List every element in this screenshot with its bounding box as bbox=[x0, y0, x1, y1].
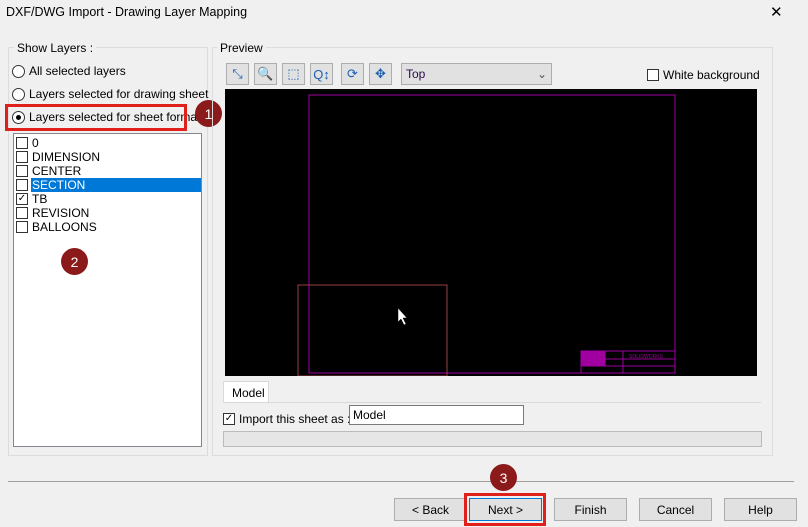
window-title: DXF/DWG Import - Drawing Layer Mapping bbox=[6, 5, 248, 19]
checkbox[interactable] bbox=[647, 69, 659, 81]
back-button[interactable]: < Back bbox=[394, 498, 467, 521]
checkbox[interactable]: ✓ bbox=[223, 413, 235, 425]
show-layers-label: Show Layers : bbox=[14, 41, 97, 55]
radio-icon bbox=[12, 87, 25, 101]
view-dropdown[interactable]: Top ⌄ bbox=[401, 63, 552, 85]
svg-text:SOLIDWORKS: SOLIDWORKS bbox=[629, 354, 664, 360]
select-icon[interactable]: ⤡ bbox=[226, 63, 249, 85]
zoom-icon[interactable]: 🔍 bbox=[254, 63, 277, 85]
checkbox[interactable] bbox=[16, 151, 28, 163]
white-background-checkbox[interactable]: White background bbox=[647, 68, 760, 82]
layer-name: SECTION bbox=[31, 178, 201, 192]
checkbox[interactable] bbox=[16, 165, 28, 177]
layer-item[interactable]: 0 bbox=[16, 136, 201, 150]
checkbox[interactable]: ✓ bbox=[16, 193, 28, 205]
zoom-area-icon[interactable]: ⬚ bbox=[282, 63, 305, 85]
layer-item[interactable]: DIMENSION bbox=[16, 150, 201, 164]
sheet-border bbox=[308, 94, 676, 374]
view-value: Top bbox=[406, 67, 426, 81]
checkbox[interactable] bbox=[16, 137, 28, 149]
annotation-badge-3: 3 bbox=[490, 464, 517, 491]
drawing-preview: SOLIDWORKS bbox=[297, 94, 676, 377]
checkbox[interactable] bbox=[16, 179, 28, 191]
layer-list[interactable]: 0 DIMENSION CENTER SECTION ✓ TB REVISION … bbox=[13, 133, 202, 447]
separator bbox=[8, 481, 794, 482]
sheet-name-input[interactable]: Model bbox=[349, 405, 524, 425]
radio-icon bbox=[12, 64, 25, 78]
layer-item[interactable]: SECTION bbox=[16, 178, 201, 192]
finish-button[interactable]: Finish bbox=[554, 498, 627, 521]
layer-item[interactable]: ✓ TB bbox=[16, 192, 201, 206]
preview-label: Preview bbox=[217, 41, 266, 55]
help-button[interactable]: Help bbox=[724, 498, 797, 521]
layer-name: CENTER bbox=[32, 164, 82, 178]
layer-name: DIMENSION bbox=[32, 150, 101, 164]
layer-name: 0 bbox=[32, 136, 39, 150]
zoom-in-out-icon[interactable]: Q↕ bbox=[310, 63, 333, 85]
progress-bar bbox=[223, 431, 762, 447]
checkbox-label: Import this sheet as : bbox=[239, 412, 351, 426]
view-rectangle bbox=[297, 284, 448, 377]
tab-model[interactable]: Model bbox=[223, 381, 269, 403]
callout-box-3 bbox=[464, 493, 546, 526]
preview-canvas[interactable]: SOLIDWORKS bbox=[225, 89, 757, 377]
import-sheet-checkbox[interactable]: ✓ Import this sheet as : bbox=[223, 412, 350, 426]
callout-box-1 bbox=[5, 104, 187, 131]
layer-item[interactable]: CENTER bbox=[16, 164, 201, 178]
layer-name: REVISION bbox=[32, 206, 90, 220]
radio-label: All selected layers bbox=[29, 64, 126, 78]
layer-name: TB bbox=[32, 192, 48, 206]
layer-item[interactable]: REVISION bbox=[16, 206, 201, 220]
tab-divider bbox=[223, 402, 761, 403]
checkbox-label: White background bbox=[663, 68, 760, 82]
layer-name: BALLOONS bbox=[32, 220, 97, 234]
cancel-button[interactable]: Cancel bbox=[639, 498, 712, 521]
checkbox[interactable] bbox=[16, 221, 28, 233]
radio-all-selected-layers[interactable]: All selected layers bbox=[12, 64, 126, 78]
pan-icon[interactable]: ✥ bbox=[369, 63, 392, 85]
rotate-icon[interactable]: ⟳ bbox=[341, 63, 364, 85]
mouse-cursor-icon bbox=[397, 307, 408, 326]
radio-drawing-sheet-layers[interactable]: Layers selected for drawing sheet bbox=[12, 87, 208, 101]
checkbox[interactable] bbox=[16, 207, 28, 219]
radio-label: Layers selected for drawing sheet bbox=[29, 87, 209, 101]
close-button[interactable]: ✕ bbox=[770, 3, 783, 21]
layer-item[interactable]: BALLOONS bbox=[16, 220, 201, 234]
chevron-down-icon: ⌄ bbox=[536, 67, 547, 81]
title-block: SOLIDWORKS bbox=[580, 350, 676, 374]
annotation-badge-2: 2 bbox=[61, 248, 88, 275]
